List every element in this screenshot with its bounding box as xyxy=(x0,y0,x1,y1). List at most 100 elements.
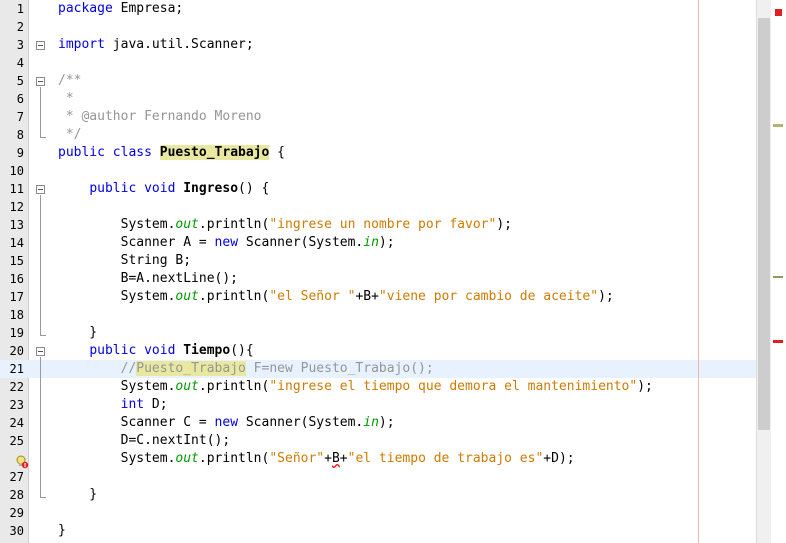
code-line[interactable]: 22 System.out.println("ingrese el tiempo… xyxy=(0,378,756,396)
error-stripe[interactable] xyxy=(771,0,786,543)
code-text[interactable]: /** xyxy=(58,72,81,90)
fold-line xyxy=(40,87,41,137)
code-text[interactable]: D=C.nextInt(); xyxy=(58,432,231,450)
code-line[interactable]: 21 //Puesto_Trabajo F=new Puesto_Trabajo… xyxy=(0,360,756,378)
code-text[interactable]: import java.util.Scanner; xyxy=(58,36,254,54)
code-line[interactable]: 23 int D; xyxy=(0,396,756,414)
code-line[interactable]: 28 } xyxy=(0,486,756,504)
code-line[interactable]: 19 } xyxy=(0,324,756,342)
warning-mark[interactable] xyxy=(773,276,783,278)
line-number: 28 xyxy=(9,488,24,502)
code-line[interactable]: 18 xyxy=(0,306,756,324)
fold-line xyxy=(40,357,41,497)
line-number: 27 xyxy=(9,470,24,484)
right-margin-guide xyxy=(698,0,699,543)
vertical-scrollbar[interactable] xyxy=(756,0,771,543)
line-number: 22 xyxy=(9,380,24,394)
scrollbar-thumb[interactable] xyxy=(758,18,770,430)
line-number: 20 xyxy=(9,344,24,358)
code-line[interactable]: 15 String B; xyxy=(0,252,756,270)
code-line[interactable]: 27 xyxy=(0,468,756,486)
code-text[interactable]: public void Ingreso() { xyxy=(58,180,269,198)
line-number: 5 xyxy=(16,74,24,88)
line-number: 2 xyxy=(16,20,24,34)
line-number: 25 xyxy=(9,434,24,448)
line-number: 14 xyxy=(9,236,24,250)
error-status-icon[interactable] xyxy=(775,9,782,16)
line-number: 30 xyxy=(9,524,24,538)
code-editor[interactable]: 1 package Empresa; 2 3 import java.util.Scan… xyxy=(0,0,756,543)
code-line[interactable]: 6 * xyxy=(0,90,756,108)
line-number: 8 xyxy=(16,128,24,142)
line-number: 4 xyxy=(16,56,24,70)
code-line[interactable]: 4 xyxy=(0,54,756,72)
fold-toggle-icon[interactable] xyxy=(36,77,45,86)
code-text[interactable]: * @author Fernando Moreno xyxy=(58,108,262,126)
code-line[interactable]: 10 xyxy=(0,162,756,180)
code-text[interactable]: Scanner C = new Scanner(System.in); xyxy=(58,414,395,432)
code-line[interactable]: 3 import java.util.Scanner; xyxy=(0,36,756,54)
fold-toggle-icon[interactable] xyxy=(36,41,45,50)
fold-end xyxy=(40,497,46,498)
code-text[interactable]: package Empresa; xyxy=(58,0,183,18)
fold-end xyxy=(40,335,46,336)
line-number: 11 xyxy=(9,182,24,196)
code-line[interactable]: 8 */ xyxy=(0,126,756,144)
code-line[interactable]: 29 xyxy=(0,504,756,522)
code-text[interactable]: System.out.println("ingrese el tiempo qu… xyxy=(58,378,653,396)
line-number: 7 xyxy=(16,110,24,124)
line-number: 13 xyxy=(9,218,24,232)
code-line[interactable]: System.out.println("Señor"+B+"el tiempo … xyxy=(0,450,756,468)
code-text[interactable]: } xyxy=(58,486,97,504)
fold-toggle-icon[interactable] xyxy=(36,347,45,356)
code-line[interactable]: 9 public class Puesto_Trabajo { xyxy=(0,144,756,162)
line-number: 23 xyxy=(9,398,24,412)
code-line[interactable]: 20 public void Tiempo(){ xyxy=(0,342,756,360)
line-number: 12 xyxy=(9,200,24,214)
code-text[interactable]: System.out.println("Señor"+B+"el tiempo … xyxy=(58,450,575,468)
code-line[interactable]: 25 D=C.nextInt(); xyxy=(0,432,756,450)
code-line[interactable]: 24 Scanner C = new Scanner(System.in); xyxy=(0,414,756,432)
line-number: 29 xyxy=(9,506,24,520)
code-text[interactable]: B=A.nextLine(); xyxy=(58,270,238,288)
code-text[interactable]: int D; xyxy=(58,396,168,414)
fold-line xyxy=(40,195,41,335)
code-text[interactable]: public void Tiempo(){ xyxy=(58,342,253,360)
code-text[interactable]: //Puesto_Trabajo F=new Puesto_Trabajo(); xyxy=(58,360,434,378)
fold-toggle-icon[interactable] xyxy=(36,185,45,194)
code-line[interactable]: 12 xyxy=(0,198,756,216)
line-number: 21 xyxy=(0,360,24,378)
code-line[interactable]: 17 System.out.println("el Señor "+B+"vie… xyxy=(0,288,756,306)
line-number: 1 xyxy=(16,2,24,16)
code-line[interactable]: 16 B=A.nextLine(); xyxy=(0,270,756,288)
line-number: 10 xyxy=(9,164,24,178)
code-line[interactable]: 11 public void Ingreso() { xyxy=(0,180,756,198)
code-text[interactable]: System.out.println("el Señor "+B+"viene … xyxy=(58,288,614,306)
line-number: 24 xyxy=(9,416,24,430)
code-line[interactable]: 13 System.out.println("ingrese un nombre… xyxy=(0,216,756,234)
code-text[interactable]: } xyxy=(58,324,97,342)
line-number: 16 xyxy=(9,272,24,286)
code-line[interactable]: 7 * @author Fernando Moreno xyxy=(0,108,756,126)
code-text[interactable]: Scanner A = new Scanner(System.in); xyxy=(58,234,395,252)
line-number: 9 xyxy=(16,146,24,160)
code-text[interactable]: */ xyxy=(58,126,82,144)
warning-mark[interactable] xyxy=(773,124,783,127)
fold-end xyxy=(40,137,46,138)
line-number: 19 xyxy=(9,326,24,340)
code-line[interactable]: 30} xyxy=(0,522,756,540)
code-line[interactable]: 5 /** xyxy=(0,72,756,90)
code-text[interactable]: public class Puesto_Trabajo { xyxy=(58,144,285,162)
line-number: 3 xyxy=(16,38,24,52)
code-line[interactable]: 14 Scanner A = new Scanner(System.in); xyxy=(0,234,756,252)
code-text[interactable]: System.out.println("ingrese un nombre po… xyxy=(58,216,512,234)
code-line[interactable]: 2 xyxy=(0,18,756,36)
code-text[interactable]: * xyxy=(58,90,74,108)
error-mark[interactable] xyxy=(773,340,783,343)
code-line[interactable]: 1 package Empresa; xyxy=(0,0,756,18)
code-text[interactable]: } xyxy=(58,522,66,540)
code-text[interactable]: String B; xyxy=(58,252,191,270)
lightbulb-error-icon[interactable] xyxy=(15,455,29,469)
line-number: 18 xyxy=(9,308,24,322)
line-number: 15 xyxy=(9,254,24,268)
